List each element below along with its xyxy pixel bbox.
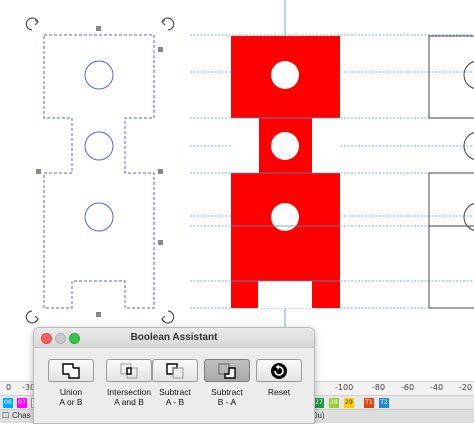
selected-shape-outline[interactable]	[43, 34, 155, 309]
palette-swatch[interactable]: T1	[364, 398, 374, 408]
subtract-b-a-button[interactable]: Subtract B - A	[204, 359, 250, 407]
boolean-assistant-dialog: Boolean Assistant Union A or B Intersect…	[33, 327, 315, 424]
reset-label-line2: Reset	[267, 387, 291, 397]
ruler-label: -20	[459, 383, 473, 392]
reset-button[interactable]: Reset	[256, 359, 302, 397]
subtract-a-b-label-line1: Subtract	[159, 387, 191, 397]
palette-swatch[interactable]: 27	[314, 398, 324, 408]
palette-swatch[interactable]: 06	[3, 398, 13, 408]
union-label-line1: Union	[59, 387, 83, 397]
palette-swatch[interactable]: 29	[344, 398, 354, 408]
ruler-label: -40	[430, 383, 444, 392]
intersection-label-line2: A and B	[114, 397, 144, 407]
subtract-a-b-button[interactable]: Subtract A - B	[152, 359, 198, 407]
partial-shape-outline[interactable]	[428, 35, 474, 309]
dialog-titlebar[interactable]: Boolean Assistant	[34, 328, 314, 348]
subtract-b-a-label-line2: B - A	[217, 397, 237, 407]
intersection-label-line1: Intersection	[107, 387, 151, 397]
union-button[interactable]: Union A or B	[48, 359, 94, 407]
intersection-button[interactable]: Intersection A and B	[100, 359, 158, 407]
palette-swatch[interactable]: 28	[329, 398, 339, 408]
zoom-window-button[interactable]	[69, 333, 80, 344]
subtract-a-b-icon	[152, 359, 198, 382]
palette-swatch[interactable]: T2	[379, 398, 389, 408]
ruler-label: -60	[401, 383, 415, 392]
dialog-title: Boolean Assistant	[130, 332, 218, 343]
status-left-text: Chas	[12, 411, 31, 420]
palette-swatch[interactable]: 07	[17, 398, 27, 408]
subtract-b-a-label-line1: Subtract	[211, 387, 243, 397]
status-checkbox[interactable]: ☐	[2, 410, 9, 422]
ruler-label: -80	[372, 383, 386, 392]
close-window-button[interactable]	[41, 333, 52, 344]
selection-handles[interactable]	[36, 26, 163, 317]
union-icon	[48, 359, 94, 382]
subtract-a-b-label-line2: A - B	[165, 397, 185, 407]
ruler-label: 0	[6, 383, 12, 392]
rotate-handles[interactable]	[25, 17, 175, 324]
boolean-result-shape[interactable]	[231, 36, 340, 308]
ruler-label: -100	[335, 383, 354, 392]
minimize-window-button[interactable]	[55, 333, 66, 344]
union-label-line2: A or B	[59, 397, 83, 407]
subtract-b-a-icon	[204, 359, 250, 382]
reset-icon	[256, 359, 302, 382]
intersection-icon	[106, 359, 152, 382]
